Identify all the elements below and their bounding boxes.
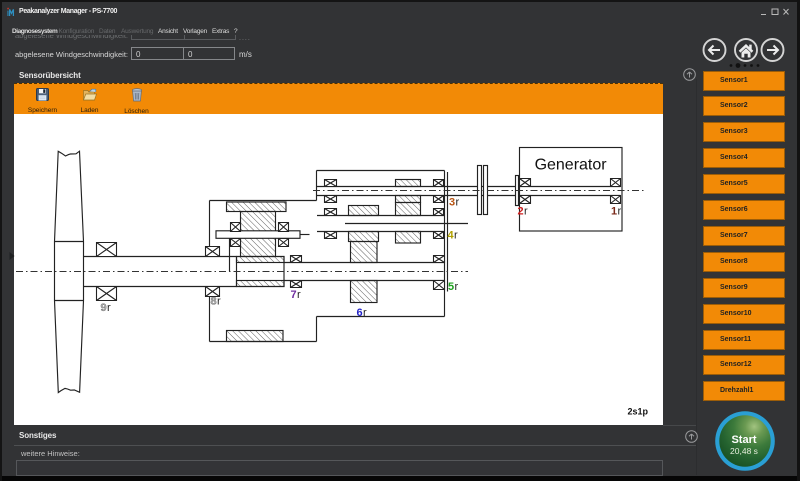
svg-text:3: 3 bbox=[449, 197, 455, 209]
svg-text:r: r bbox=[456, 197, 460, 209]
svg-text:2s1p: 2s1p bbox=[628, 407, 649, 417]
svg-text:r: r bbox=[217, 296, 221, 308]
svg-text:2: 2 bbox=[518, 206, 524, 218]
svg-text:r: r bbox=[297, 289, 301, 301]
svg-text:6: 6 bbox=[357, 307, 363, 319]
svg-text:9: 9 bbox=[101, 302, 107, 314]
svg-text:20,48 s: 20,48 s bbox=[730, 446, 758, 456]
svg-text:r: r bbox=[618, 206, 622, 218]
svg-text:8: 8 bbox=[211, 296, 217, 308]
svg-text:Generator: Generator bbox=[535, 157, 608, 174]
svg-text:Start: Start bbox=[731, 434, 756, 446]
svg-text:7: 7 bbox=[291, 289, 297, 301]
svg-text:r: r bbox=[107, 302, 111, 314]
svg-text:5: 5 bbox=[448, 281, 454, 293]
svg-text:r: r bbox=[454, 230, 458, 242]
svg-text:1: 1 bbox=[611, 206, 617, 218]
svg-text:r: r bbox=[455, 281, 459, 293]
svg-text:r: r bbox=[363, 307, 367, 319]
svg-text:r: r bbox=[524, 206, 528, 218]
